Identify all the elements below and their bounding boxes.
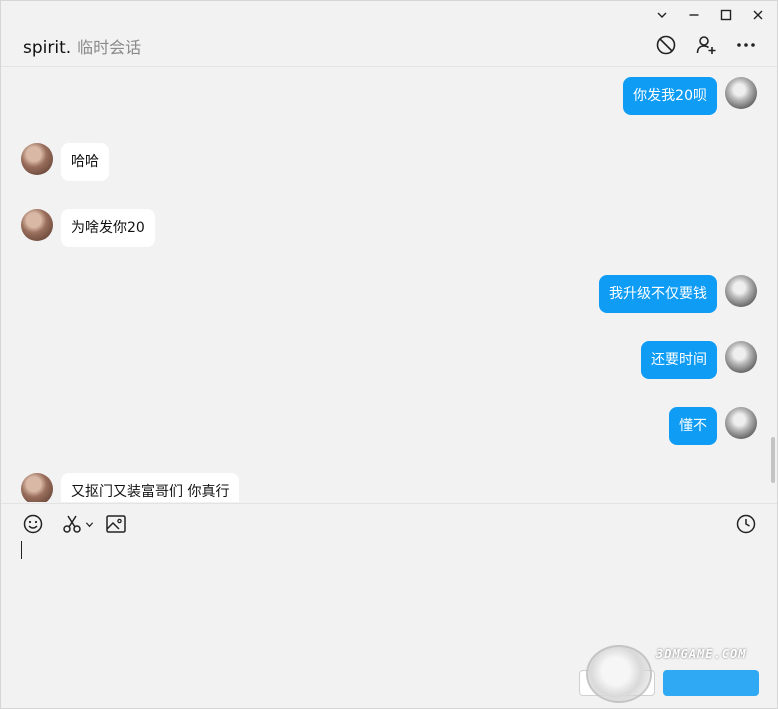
message-item: 哈哈 bbox=[21, 143, 109, 181]
message-bubble[interactable]: 哈哈 bbox=[61, 143, 109, 181]
message-item: 懂不 bbox=[669, 407, 757, 445]
block-icon bbox=[656, 35, 676, 55]
contact-name[interactable]: spirit. bbox=[23, 38, 71, 58]
avatar[interactable] bbox=[21, 209, 53, 241]
minimize-button[interactable] bbox=[681, 5, 707, 25]
avatar[interactable] bbox=[725, 341, 757, 373]
block-button[interactable] bbox=[653, 32, 679, 58]
add-user-button[interactable] bbox=[693, 32, 719, 58]
chevron-down-icon[interactable] bbox=[85, 520, 94, 529]
message-bubble[interactable]: 懂不 bbox=[669, 407, 717, 445]
message-bubble[interactable]: 为啥发你20 bbox=[61, 209, 155, 247]
avatar[interactable] bbox=[21, 473, 53, 502]
watermark-text: 3DMGAME.COM bbox=[656, 647, 747, 661]
chat-header: spirit. 临时会话 bbox=[1, 23, 777, 67]
avatar[interactable] bbox=[725, 77, 757, 109]
message-bubble[interactable]: 你发我20呗 bbox=[623, 77, 717, 115]
text-caret bbox=[21, 541, 22, 559]
message-input[interactable] bbox=[21, 541, 761, 631]
message-item: 又抠门又装富哥们 你真行 bbox=[21, 473, 240, 502]
message-scrollbar[interactable] bbox=[771, 437, 775, 483]
header-actions bbox=[653, 32, 759, 58]
more-icon bbox=[737, 43, 755, 47]
image-button[interactable] bbox=[105, 513, 127, 535]
close-button[interactable]: 关闭 bbox=[579, 670, 655, 696]
message-list[interactable]: 你发我20呗 哈哈 为啥发你20 我升级不仅要钱 还要时间 懂不 又抠门又装富哥… bbox=[1, 68, 777, 502]
minimize-icon bbox=[689, 14, 699, 16]
chevron-down-icon bbox=[657, 12, 667, 18]
add-user-icon bbox=[696, 36, 716, 54]
message-item: 还要时间 bbox=[641, 341, 757, 379]
history-button[interactable] bbox=[735, 513, 757, 535]
close-window-button[interactable] bbox=[745, 5, 771, 25]
message-bubble[interactable]: 又抠门又装富哥们 你真行 bbox=[61, 473, 240, 502]
chat-title: spirit. 临时会话 bbox=[23, 34, 141, 58]
chat-window: spirit. 临时会话 你发我20呗 哈哈 为啥发你20 我升级不仅要钱 还要… bbox=[0, 0, 778, 709]
avatar[interactable] bbox=[725, 407, 757, 439]
collapse-button[interactable] bbox=[649, 5, 675, 25]
emoji-button[interactable] bbox=[22, 513, 44, 535]
close-icon bbox=[753, 10, 763, 20]
input-toolbar bbox=[1, 503, 777, 543]
image-icon bbox=[106, 515, 126, 533]
more-button[interactable] bbox=[733, 32, 759, 58]
maximize-icon bbox=[720, 9, 732, 21]
send-button[interactable] bbox=[663, 670, 759, 696]
maximize-button[interactable] bbox=[713, 5, 739, 25]
avatar[interactable] bbox=[21, 143, 53, 175]
avatar[interactable] bbox=[725, 275, 757, 307]
window-controls bbox=[649, 5, 771, 25]
screenshot-button[interactable] bbox=[61, 513, 94, 535]
history-icon bbox=[736, 514, 756, 534]
emoji-icon bbox=[23, 514, 43, 534]
message-bubble[interactable]: 我升级不仅要钱 bbox=[599, 275, 717, 313]
message-item: 你发我20呗 bbox=[623, 77, 757, 115]
message-item: 为啥发你20 bbox=[21, 209, 155, 247]
message-bubble[interactable]: 还要时间 bbox=[641, 341, 717, 379]
scissors-icon bbox=[63, 515, 81, 533]
message-item: 我升级不仅要钱 bbox=[599, 275, 757, 313]
session-type: 临时会话 bbox=[77, 38, 142, 57]
